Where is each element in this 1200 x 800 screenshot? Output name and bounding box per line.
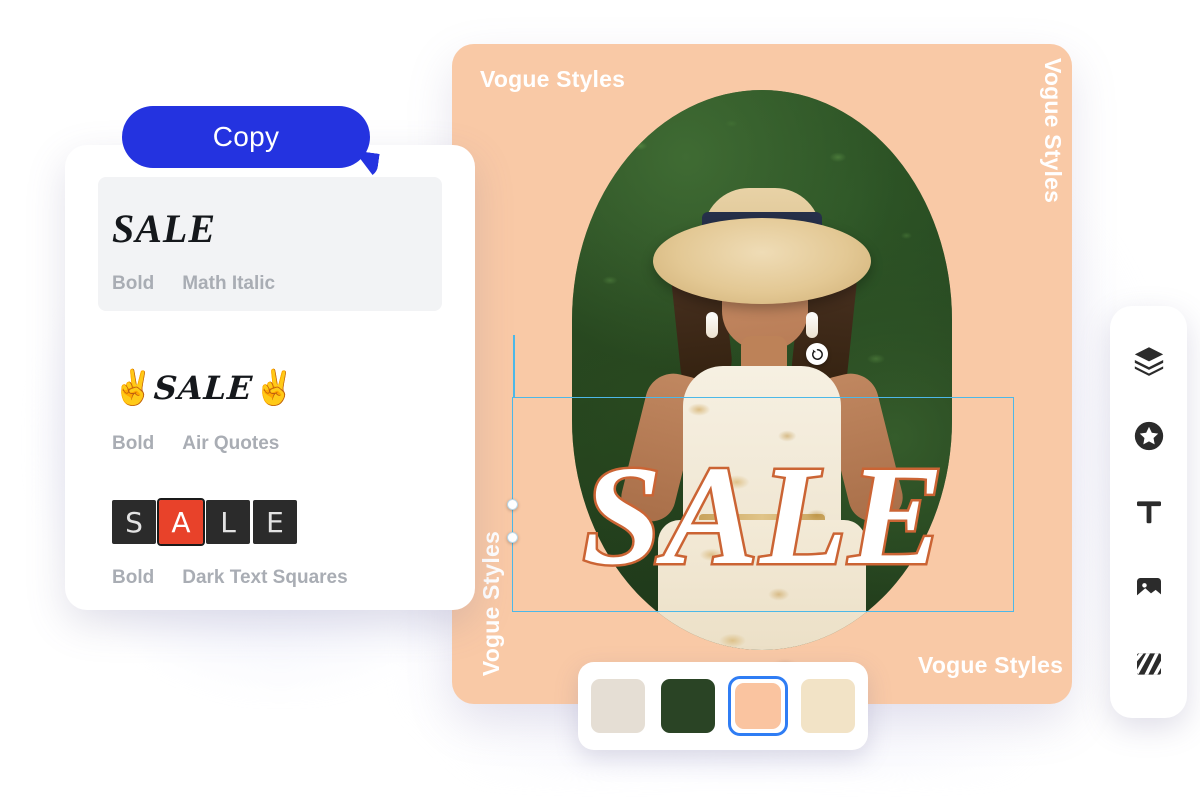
- square-letter: L: [206, 500, 250, 544]
- font-style-panel: SALE Bold Math Italic ✌ SALE ✌ Bold Air …: [65, 145, 475, 610]
- model-hat-brim: [653, 218, 871, 304]
- text-icon[interactable]: [1127, 490, 1171, 534]
- victory-hand-icon-left: ✌: [112, 369, 155, 407]
- style-weight-label: Bold: [112, 433, 155, 454]
- style-preview-air-quotes: ✌ SALE ✌: [98, 357, 442, 419]
- swatch-color-beige: [591, 679, 645, 733]
- style-weight-label: Bold: [112, 273, 155, 294]
- style-preview-dark-squares: S A L E: [98, 491, 442, 553]
- app-root: Vogue Styles Vogue Styles Vogue Styles V…: [0, 0, 1200, 800]
- swatch-color-dark-green: [661, 679, 715, 733]
- swatch-color-cream: [801, 679, 855, 733]
- style-name-label: Math Italic: [182, 273, 276, 294]
- canvas-sale-text[interactable]: SALE: [504, 442, 1024, 589]
- style-option-air-quotes[interactable]: ✌ SALE ✌ Bold Air Quotes: [98, 337, 442, 471]
- canvas-title-top[interactable]: Vogue Styles: [480, 66, 625, 93]
- style-labels-air-quotes: Bold Air Quotes: [98, 433, 442, 455]
- elements-icon[interactable]: [1127, 414, 1171, 458]
- square-letter: E: [253, 500, 297, 544]
- model-earring-left: [706, 312, 718, 338]
- victory-hand-icon-right: ✌: [253, 369, 296, 407]
- canvas-title-bottom[interactable]: Vogue Styles: [918, 652, 1063, 679]
- palette-swatch-cream[interactable]: [798, 676, 858, 736]
- style-sample-text: SALE: [112, 205, 217, 251]
- style-option-math-italic[interactable]: SALE Bold Math Italic: [98, 177, 442, 311]
- layers-icon[interactable]: [1127, 338, 1171, 382]
- background-icon[interactable]: [1127, 642, 1171, 686]
- style-name-label: Dark Text Squares: [182, 567, 348, 588]
- rotation-connector: [513, 335, 515, 398]
- style-preview-math-italic: SALE: [98, 197, 442, 259]
- model-earring-right: [806, 312, 818, 338]
- image-icon[interactable]: [1127, 566, 1171, 610]
- copy-button[interactable]: Copy: [122, 106, 370, 168]
- copy-button-label: Copy: [212, 121, 280, 152]
- editor-toolbar: [1110, 306, 1187, 718]
- palette-swatch-peach[interactable]: [728, 676, 788, 736]
- style-sample-group: S A L E: [112, 498, 297, 546]
- square-letter: S: [112, 500, 156, 544]
- design-canvas[interactable]: Vogue Styles Vogue Styles Vogue Styles V…: [452, 44, 1072, 704]
- square-letter-highlighted: A: [157, 498, 205, 546]
- style-option-dark-text-squares[interactable]: S A L E Bold Dark Text Squares: [98, 471, 442, 605]
- style-weight-label: Bold: [112, 567, 155, 588]
- style-labels-math-italic: Bold Math Italic: [98, 273, 442, 295]
- style-sample-text: SALE: [153, 369, 255, 407]
- style-sample-group: ✌ SALE ✌: [112, 369, 296, 407]
- palette-swatch-dark-green[interactable]: [658, 676, 718, 736]
- canvas-title-left[interactable]: Vogue Styles: [478, 531, 505, 676]
- style-name-label: Air Quotes: [182, 433, 280, 454]
- swatch-color-peach: [735, 683, 781, 729]
- style-labels-dark-squares: Bold Dark Text Squares: [98, 567, 442, 589]
- color-palette[interactable]: [578, 662, 868, 750]
- palette-swatch-beige[interactable]: [588, 676, 648, 736]
- canvas-title-right[interactable]: Vogue Styles: [1039, 58, 1066, 203]
